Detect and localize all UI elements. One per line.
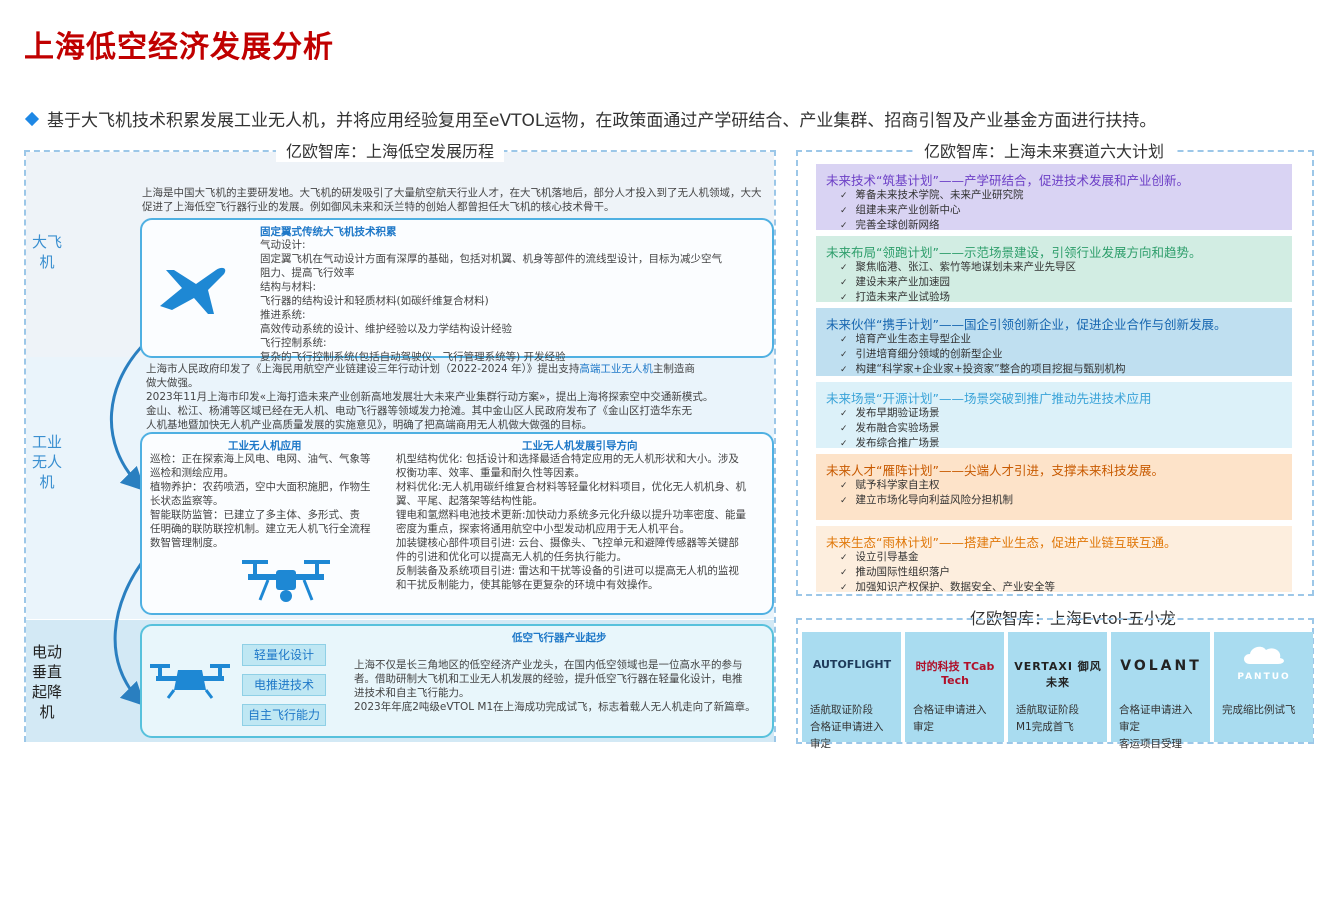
subtitle: 基于大飞机技术积累发展工业无人机，并将应用经验复用至eVTOL运物，在政策面通过…	[24, 106, 1156, 131]
badge-electric-propulsion: 电推进技术	[242, 674, 326, 696]
company-volant: VOLANT 合格证申请进入 审定 客运项目受理	[1111, 632, 1210, 750]
company-vertaxi: VERTAXI 御风未来 适航取证阶段 M1完成首飞	[1008, 632, 1107, 742]
industrial-drone-icon	[242, 560, 330, 602]
plan-foundation: 未来技术“筑基计划”——产学研结合，促进技术发展和产业创新。 筹备未来技术学院、…	[816, 164, 1292, 231]
evtol-card-body: 上海不仅是长三角地区的低空经济产业龙头，在国内低空领域也是一位高水平的参与 者。借…	[354, 659, 756, 713]
tcab-logo: 时的科技 TCab Tech	[915, 660, 995, 687]
diamond-bullet-icon	[24, 111, 40, 127]
vertaxi-logo: VERTAXI 御风未来	[1014, 660, 1102, 689]
development-history-panel: 亿欧智库：上海低空发展历程 大飞机 上海是中国大飞机的主要研发地。大飞机的研发吸…	[24, 138, 776, 742]
pantuo-cloud-icon	[1244, 646, 1284, 664]
subtitle-text: 基于大飞机技术积累发展工业无人机，并将应用经验复用至eVTOL运物，在政策面通过…	[47, 111, 1157, 131]
evtol-card-title: 低空飞行器产业起步	[512, 632, 607, 644]
five-dragons-panel: AUTOFLIGHT 适航取证阶段 合格证申请进入 审定 时的科技 TCab Tec…	[796, 618, 1314, 750]
drone-direction-title: 工业无人机发展引导方向	[522, 440, 638, 452]
left-panel-title: 亿欧智库：上海低空发展历程	[276, 138, 505, 162]
six-plans-panel: 亿欧智库：上海未来赛道六大计划 未来技术“筑基计划”——产学研结合，促进技术发展…	[796, 138, 1314, 596]
company-pantuo: PANTUO 完成缩比例试飞	[1214, 632, 1313, 742]
industrial-drone-card: 工业无人机应用 巡检：正在探索海上风电、电网、油气、气象等 巡检和测绘应用。 植物养…	[140, 432, 774, 615]
drone-app-title: 工业无人机应用	[228, 440, 302, 452]
label-evtol: 电动垂直起降机	[32, 643, 63, 721]
evtol-card: 低空飞行器产业起步 轻量化设计 电推进技术 自主飞行能力 上海不仅是长三角地区的…	[140, 624, 774, 738]
pantuo-logo: PANTUO	[1237, 672, 1291, 682]
plan-partner: 未来伙伴“携手计划”——国企引领创新企业，促进企业合作与创新发展。 培育产业生态…	[816, 308, 1292, 376]
evtol-icon	[150, 664, 230, 699]
plan-talent: 未来人才“雁阵计划”——尖端人才引进，支撑未来科技发展。 赋予科学家自主权建立市…	[816, 454, 1292, 520]
airplane-icon	[160, 267, 226, 314]
company-autoflight: AUTOFLIGHT 适航取证阶段 合格证申请进入 审定	[802, 632, 901, 750]
drone-direction-body: 机型结构优化: 包括设计和选择最适合特定应用的无人机形状和大小。涉及 权衡功率、效…	[396, 453, 747, 591]
plan-leading: 未来布局“领跑计划”——示范场景建设，引领行业发展方向和趋势。 聚焦临港、张江、…	[816, 236, 1292, 303]
badge-autonomous-flight: 自主飞行能力	[242, 704, 326, 726]
company-tcab: 时的科技 TCab Tech 合格证申请进入 审定	[905, 632, 1004, 742]
badge-lightweight: 轻量化设计	[242, 644, 326, 666]
big-aircraft-intro: 上海是中国大飞机的主要研发地。大飞机的研发吸引了大量航空航天行业人才，在大飞机落…	[142, 187, 762, 213]
drone-app-body: 巡检：正在探索海上风电、电网、油气、气象等 巡检和测绘应用。 植物养护：农药喷洒，空…	[150, 453, 371, 549]
label-industrial-drone: 工业无人机	[32, 433, 63, 491]
volant-logo: VOLANT	[1120, 658, 1202, 674]
label-big-aircraft: 大飞机	[32, 233, 63, 271]
big-aircraft-card-title: 固定翼式传统大飞机技术积累	[260, 226, 397, 238]
plan-open-source: 未来场景“开源计划”——场景突破到推广推动先进技术应用 发布早期验证场景发布融合…	[816, 382, 1292, 449]
right-panel-title: 亿欧智库：上海未来赛道六大计划	[914, 138, 1175, 162]
big-aircraft-card: 固定翼式传统大飞机技术积累 气动设计: 固定翼飞机在气动设计方面有深厚的基础，包括…	[140, 218, 774, 363]
page-title: 上海低空经济发展分析	[24, 30, 334, 65]
autoflight-logo: AUTOFLIGHT	[812, 658, 892, 671]
drone-policy-text: 上海市人民政府印发了《上海民用航空产业链建设三年行动计划（2022-2024 年…	[146, 363, 714, 431]
big-aircraft-card-body: 气动设计: 固定翼飞机在气动设计方面有深厚的基础，包括对机翼、机身等部件的流线型设…	[260, 239, 722, 363]
plan-ecosystem: 未来生态“雨林计划”——搭建产业生态，促进产业链互联互通。 设立引导基金推动国际…	[816, 526, 1292, 593]
